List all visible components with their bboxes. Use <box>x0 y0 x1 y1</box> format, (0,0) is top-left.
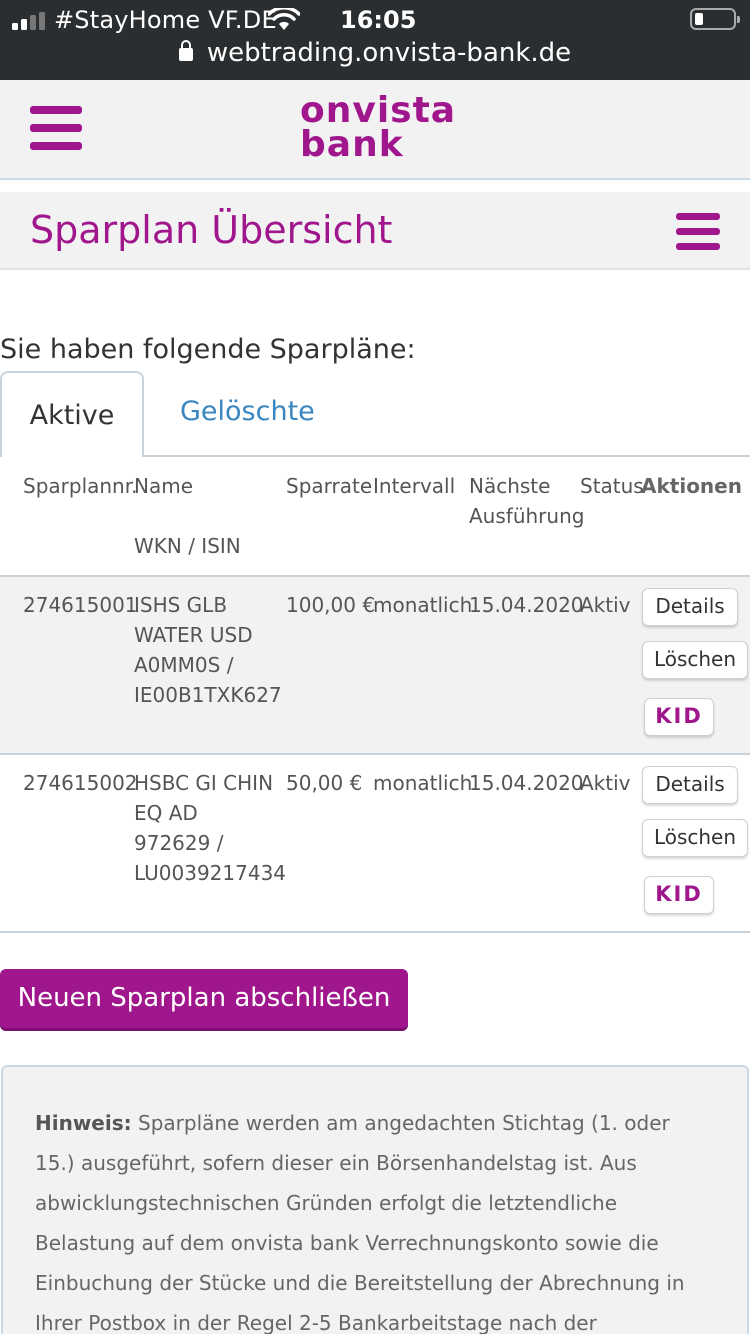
row1-status: Aktiv <box>580 593 631 617</box>
note-text: Hinweis: Sparpläne werden am angedachten… <box>35 1103 715 1334</box>
row1-isin: IE00B1TXK627 <box>134 683 282 707</box>
row1-wkn: A0MM0S / <box>134 653 234 677</box>
logo-line1: onvista <box>300 90 457 131</box>
row2-name-line2: EQ AD <box>134 801 198 825</box>
row2-status: Aktiv <box>580 771 631 795</box>
row1-interval: monatlich <box>373 593 473 617</box>
onvista-bank-logo[interactable]: onvista bank <box>300 90 457 165</box>
status-bar: #StayHome VF.DE 16:05 webtrading.onvista… <box>0 0 750 80</box>
header-next-line2: Ausführung <box>469 504 585 528</box>
row1-rate: 100,00 € <box>286 593 376 617</box>
row1-name-line1: ISHS GLB <box>134 593 228 617</box>
row2-rate: 50,00 € <box>286 771 363 795</box>
intro-text: Sie haben folgende Sparpläne: <box>0 334 416 365</box>
main-menu-icon[interactable] <box>30 106 82 150</box>
row2-next: 15.04.2020 <box>469 771 584 795</box>
tab-deleted[interactable]: Gelöschte <box>180 396 315 427</box>
row1-name-line2: WATER USD <box>134 623 253 647</box>
tab-active[interactable]: Aktive <box>0 371 144 457</box>
row1-number: 274615001 <box>23 593 138 617</box>
header-next-line1: Nächste <box>469 474 551 498</box>
info-note: Hinweis: Sparpläne werden am angedachten… <box>1 1065 749 1334</box>
header-number: Sparplannr. <box>23 474 138 498</box>
title-bar: Sparplan Übersicht <box>0 192 750 270</box>
header-actions: Aktionen <box>641 474 742 498</box>
new-savings-plan-button[interactable]: Neuen Sparplan abschließen <box>0 969 408 1028</box>
signal-icon <box>12 12 45 30</box>
section-menu-icon[interactable] <box>676 213 720 251</box>
row1-delete-button[interactable]: Löschen <box>642 641 748 679</box>
wifi-icon <box>268 8 300 30</box>
url-text: webtrading.onvista-bank.de <box>206 38 572 68</box>
logo-line2: bank <box>300 124 404 165</box>
header-name: Name <box>134 474 194 498</box>
header-rate: Sparrate <box>286 474 373 498</box>
carrier-label: #StayHome VF.DE <box>54 6 277 34</box>
page-title: Sparplan Übersicht <box>30 208 393 252</box>
row1-next: 15.04.2020 <box>469 593 584 617</box>
header-wkn: WKN / ISIN <box>134 534 241 558</box>
row2-details-button[interactable]: Details <box>642 766 738 804</box>
header-interval: Intervall <box>373 474 456 498</box>
row2-number: 274615002 <box>23 771 138 795</box>
row2-isin: LU0039217434 <box>134 861 287 885</box>
row-divider <box>0 931 750 933</box>
row2-delete-button[interactable]: Löschen <box>642 819 748 857</box>
battery-icon <box>690 8 740 30</box>
row1-details-button[interactable]: Details <box>642 588 738 626</box>
lock-icon <box>178 40 193 61</box>
header-status: Status <box>580 474 644 498</box>
row2-name-line1: HSBC GI CHIN <box>134 771 274 795</box>
row2-wkn: 972629 / <box>134 831 224 855</box>
clock: 16:05 <box>340 6 417 34</box>
note-label: Hinweis: <box>35 1111 132 1135</box>
address-bar[interactable]: webtrading.onvista-bank.de <box>0 38 750 68</box>
row2-interval: monatlich <box>373 771 473 795</box>
note-body: Sparpläne werden am angedachten Stichtag… <box>35 1111 685 1334</box>
row1-kid-button[interactable]: KID <box>644 698 714 736</box>
app-header: onvista bank <box>0 80 750 180</box>
row2-kid-button[interactable]: KID <box>644 876 714 914</box>
